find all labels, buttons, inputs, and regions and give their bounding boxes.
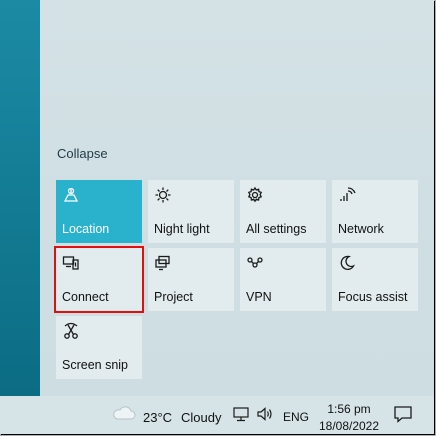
clock[interactable]: 1:56 pm 18/08/2022 — [318, 401, 380, 435]
tile-label: Screen snip — [62, 358, 129, 372]
tile-screen-snip[interactable]: Screen snip — [56, 316, 142, 379]
weather-condition[interactable]: Cloudy — [181, 410, 221, 425]
collapse-link[interactable]: Collapse — [57, 146, 108, 161]
network-icon — [338, 186, 356, 204]
tile-label: Focus assist — [338, 290, 408, 304]
tile-connect[interactable]: Connect — [54, 246, 144, 313]
tile-night-light[interactable]: Night light — [148, 180, 234, 243]
tile-label: Project — [154, 290, 193, 304]
project-icon — [154, 254, 172, 272]
network-tray-icon[interactable] — [232, 405, 250, 423]
tile-label: VPN — [246, 290, 272, 304]
tile-label: Network — [338, 222, 384, 236]
connect-icon — [62, 254, 80, 272]
moon-icon — [338, 254, 356, 272]
tile-network[interactable]: Network — [332, 180, 418, 243]
tile-vpn[interactable]: VPN — [240, 248, 326, 311]
speaker-icon[interactable] — [256, 405, 274, 423]
desktop-background — [0, 0, 40, 396]
vpn-icon — [246, 254, 264, 272]
cloud-icon[interactable] — [112, 406, 136, 420]
clock-date: 18/08/2022 — [318, 419, 380, 433]
weather-temperature[interactable]: 23°C — [143, 410, 172, 425]
tile-label: Night light — [154, 222, 210, 236]
brightness-icon — [154, 186, 172, 204]
tile-label: All settings — [246, 222, 307, 236]
gear-icon — [246, 186, 264, 204]
tile-focus-assist[interactable]: Focus assist — [332, 248, 418, 311]
tile-label: Location — [62, 222, 110, 236]
language-indicator[interactable]: ENG — [283, 410, 309, 424]
tile-project[interactable]: Project — [148, 248, 234, 311]
tile-location[interactable]: Location — [56, 180, 142, 243]
notification-icon[interactable] — [393, 405, 413, 423]
clock-time: 1:56 pm — [327, 402, 371, 416]
tile-all-settings[interactable]: All settings — [240, 180, 326, 243]
location-icon — [62, 186, 80, 204]
snip-icon — [62, 322, 80, 340]
tile-label: Connect — [62, 290, 109, 304]
